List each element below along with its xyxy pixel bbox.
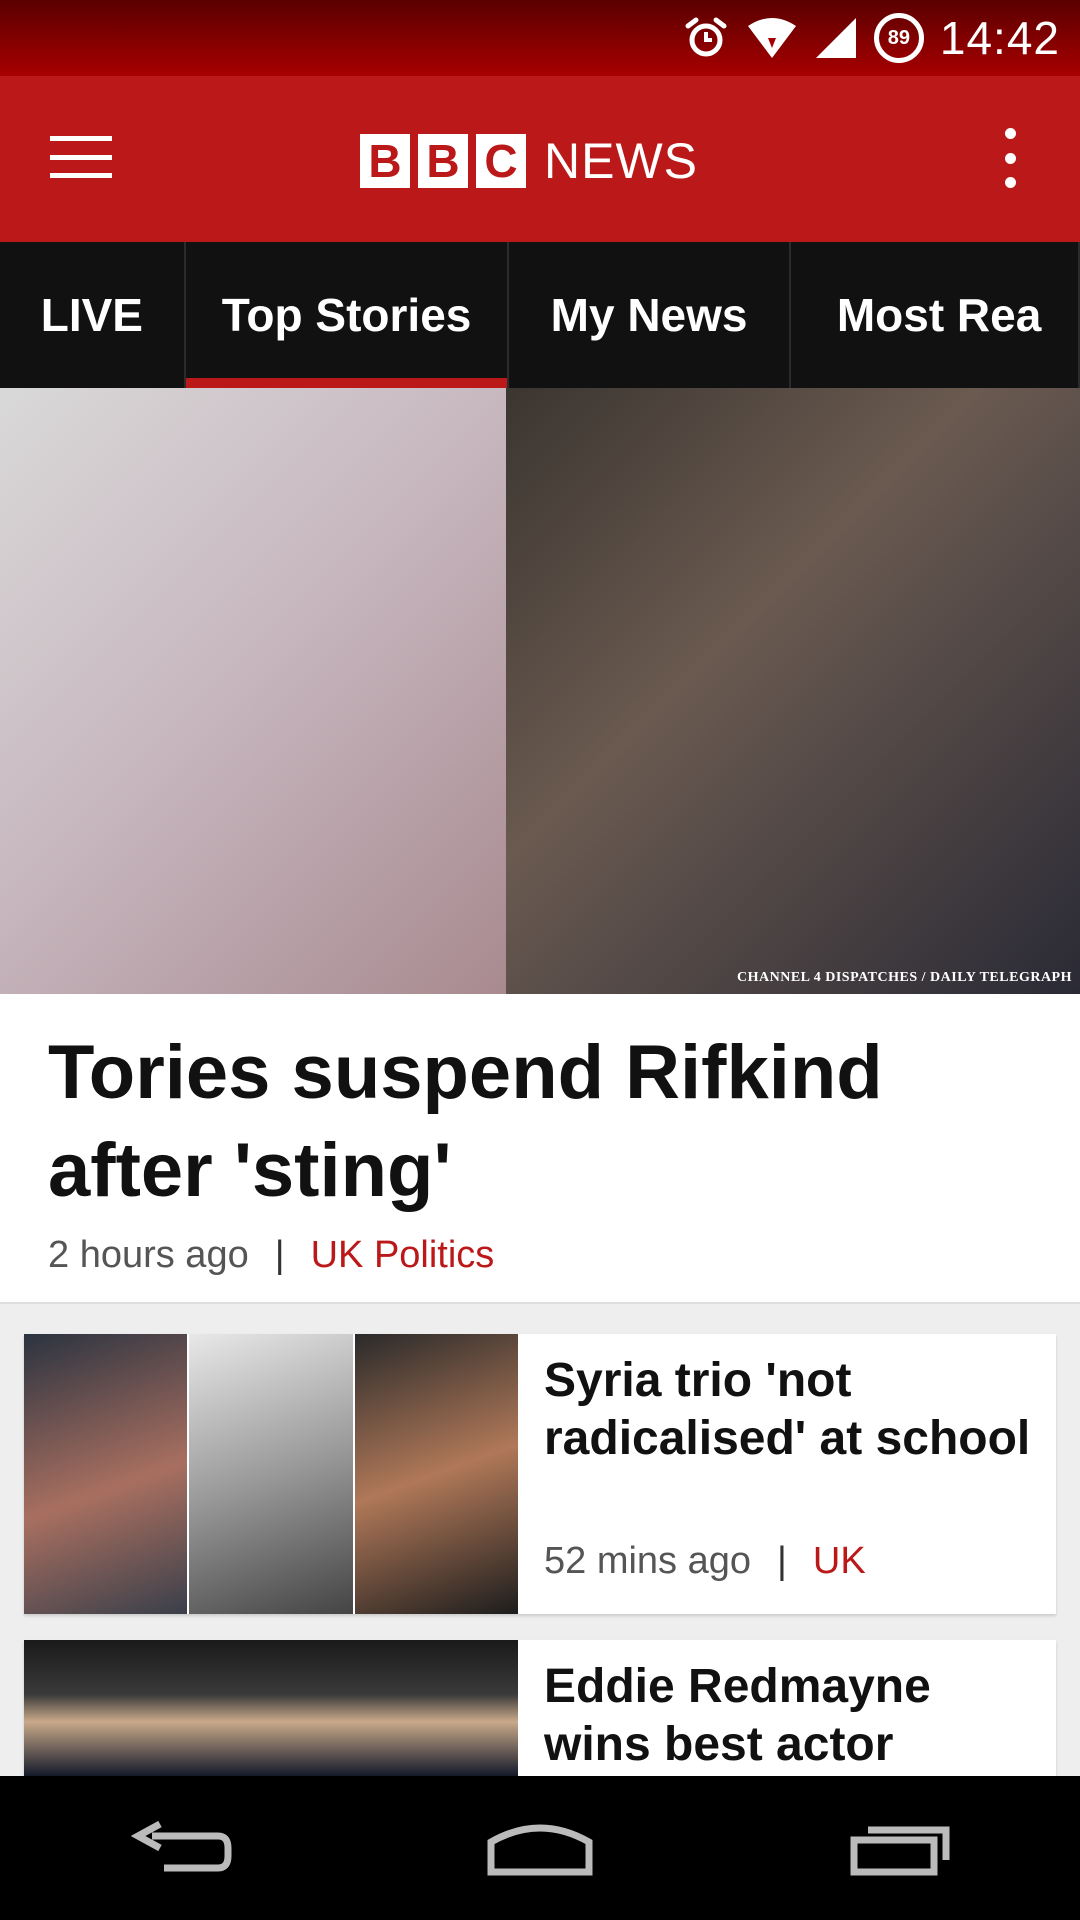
recents-icon[interactable] bbox=[840, 1808, 960, 1888]
app-bar: B B C NEWS bbox=[0, 76, 1080, 242]
tab-label: LIVE bbox=[40, 289, 143, 341]
hero-timestamp: 2 hours ago bbox=[48, 1234, 249, 1276]
story-card[interactable]: Eddie Redmayne wins best actor bbox=[24, 1640, 1056, 1776]
thumb-photo-3 bbox=[354, 1334, 518, 1614]
tab-live[interactable]: LIVE bbox=[0, 242, 186, 388]
logo-letter-b1: B bbox=[360, 134, 410, 188]
hero-photo-left bbox=[0, 388, 506, 994]
wifi-icon bbox=[746, 16, 798, 60]
story-headline[interactable]: Eddie Redmayne wins best actor bbox=[544, 1658, 1044, 1774]
hero-story[interactable]: Tories suspend Rifkind after 'sting' 2 h… bbox=[0, 994, 1080, 1304]
thumb-photo-1 bbox=[24, 1334, 190, 1614]
overflow-menu-icon[interactable] bbox=[1000, 128, 1020, 188]
thumb-photo-2 bbox=[189, 1334, 355, 1614]
story-timestamp: 52 mins ago bbox=[544, 1540, 752, 1582]
hero-section-link[interactable]: UK Politics bbox=[311, 1234, 495, 1277]
tab-label: Most Rea bbox=[836, 289, 1042, 341]
clock: 14:42 bbox=[939, 12, 1060, 64]
story-section-link[interactable]: UK bbox=[813, 1540, 866, 1583]
battery-icon: 89 bbox=[873, 13, 924, 63]
status-bar: 89 14:42 bbox=[0, 0, 1080, 76]
tab-my-news[interactable]: My News bbox=[509, 242, 791, 388]
meta-separator: | bbox=[274, 1234, 285, 1276]
bbc-news-logo: B B C NEWS bbox=[360, 132, 698, 190]
tab-bar: LIVE Top Stories My News Most Rea bbox=[0, 242, 1080, 388]
image-credit: CHANNEL 4 DISPATCHES / DAILY TELEGRAPH bbox=[737, 970, 1072, 985]
tab-most-read[interactable]: Most Rea bbox=[791, 242, 1080, 388]
hero-meta: 2 hours ago | UK Politics bbox=[48, 1234, 494, 1277]
logo-word-news: NEWS bbox=[544, 133, 698, 189]
story-thumbnail bbox=[24, 1640, 518, 1776]
back-icon[interactable] bbox=[120, 1808, 240, 1888]
hero-image[interactable]: CHANNEL 4 DISPATCHES / DAILY TELEGRAPH bbox=[0, 388, 1080, 994]
logo-letter-b2: B bbox=[418, 134, 468, 188]
menu-icon[interactable] bbox=[50, 136, 112, 178]
system-nav-bar bbox=[0, 1776, 1080, 1920]
tab-label: Top Stories bbox=[221, 289, 472, 341]
alarm-icon bbox=[682, 16, 730, 60]
home-icon[interactable] bbox=[480, 1808, 600, 1888]
story-thumbnail bbox=[24, 1334, 518, 1614]
meta-separator: | bbox=[777, 1540, 787, 1582]
logo-letter-c: C bbox=[476, 134, 526, 188]
hero-photo-right bbox=[506, 388, 1080, 994]
thumb-photo-1 bbox=[24, 1640, 518, 1776]
tab-label: My News bbox=[550, 289, 748, 341]
signal-icon bbox=[814, 16, 858, 60]
tab-top-stories[interactable]: Top Stories bbox=[185, 242, 510, 388]
story-meta: 52 mins ago | UK bbox=[544, 1540, 866, 1583]
hero-headline[interactable]: Tories suspend Rifkind after 'sting' bbox=[48, 1024, 1008, 1220]
story-card[interactable]: Syria trio 'not radicalised' at school 5… bbox=[24, 1334, 1056, 1614]
story-headline[interactable]: Syria trio 'not radicalised' at school bbox=[544, 1352, 1044, 1468]
